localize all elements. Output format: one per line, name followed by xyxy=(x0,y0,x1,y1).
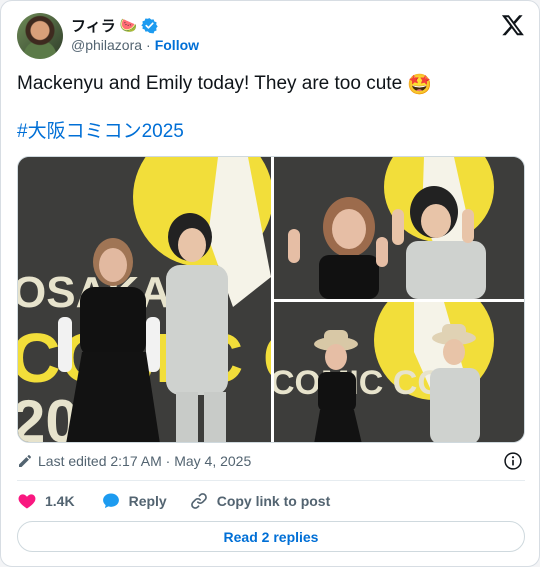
pencil-icon xyxy=(19,455,31,467)
watermelon-emoji-icon: 🍉 xyxy=(119,17,138,33)
photo-2[interactable] xyxy=(274,157,524,299)
heart-icon xyxy=(18,494,36,509)
like-count: 1.4K xyxy=(45,493,75,509)
author-handle[interactable]: @philazora xyxy=(71,37,142,53)
verified-badge-icon xyxy=(141,17,158,33)
copy-link-label: Copy link to post xyxy=(216,493,331,509)
reply-button[interactable]: Reply xyxy=(101,491,167,511)
author-name-row[interactable]: フィラ 🍉 xyxy=(71,15,158,35)
author-handle-row: @philazora · Follow xyxy=(71,37,199,53)
author-display-name[interactable]: フィラ xyxy=(71,15,116,36)
backdrop-text-small: COMIC CO xyxy=(274,364,444,402)
link-icon xyxy=(190,493,207,509)
follow-button[interactable]: Follow xyxy=(155,37,199,53)
media-grid: OSAKA COMIC CO 2025 xyxy=(17,156,525,443)
copy-link-button[interactable]: Copy link to post xyxy=(189,491,331,511)
x-logo-icon[interactable] xyxy=(501,13,525,37)
star-struck-emoji-icon: 🤩 xyxy=(407,74,433,96)
photo-1[interactable]: OSAKA COMIC CO 2025 xyxy=(18,157,271,442)
post-text: Mackenyu and Emily today! They are too c… xyxy=(17,71,525,98)
separator-dot: · xyxy=(146,37,151,53)
post-actions: 1.4K Reply Copy link to post xyxy=(17,490,330,512)
photo-1-image: OSAKA COMIC CO 2025 xyxy=(18,157,271,442)
embedded-post-card: フィラ 🍉 @philazora · Follow Mackenyu and E… xyxy=(0,0,540,567)
post-body-text: Mackenyu and Emily today! They are too c… xyxy=(17,73,403,94)
hashtag-link[interactable]: #大阪コミコン2025 xyxy=(17,119,184,145)
last-edited-timestamp[interactable]: Last edited 2:17 AM · May 4, 2025 xyxy=(38,453,251,469)
photo-3[interactable]: COMIC CO xyxy=(274,302,524,442)
info-icon[interactable] xyxy=(503,451,523,471)
like-button[interactable]: 1.4K xyxy=(17,491,75,511)
reply-label: Reply xyxy=(128,493,167,509)
speech-bubble-icon xyxy=(102,493,119,509)
avatar[interactable] xyxy=(17,13,63,59)
read-replies-button[interactable]: Read 2 replies xyxy=(17,521,525,552)
photo-2-image xyxy=(274,157,524,299)
divider xyxy=(17,480,525,481)
post-header: フィラ 🍉 @philazora · Follow xyxy=(17,13,525,61)
post-meta: Last edited 2:17 AM · May 4, 2025 xyxy=(17,451,525,471)
photo-3-image: COMIC CO xyxy=(274,302,524,442)
